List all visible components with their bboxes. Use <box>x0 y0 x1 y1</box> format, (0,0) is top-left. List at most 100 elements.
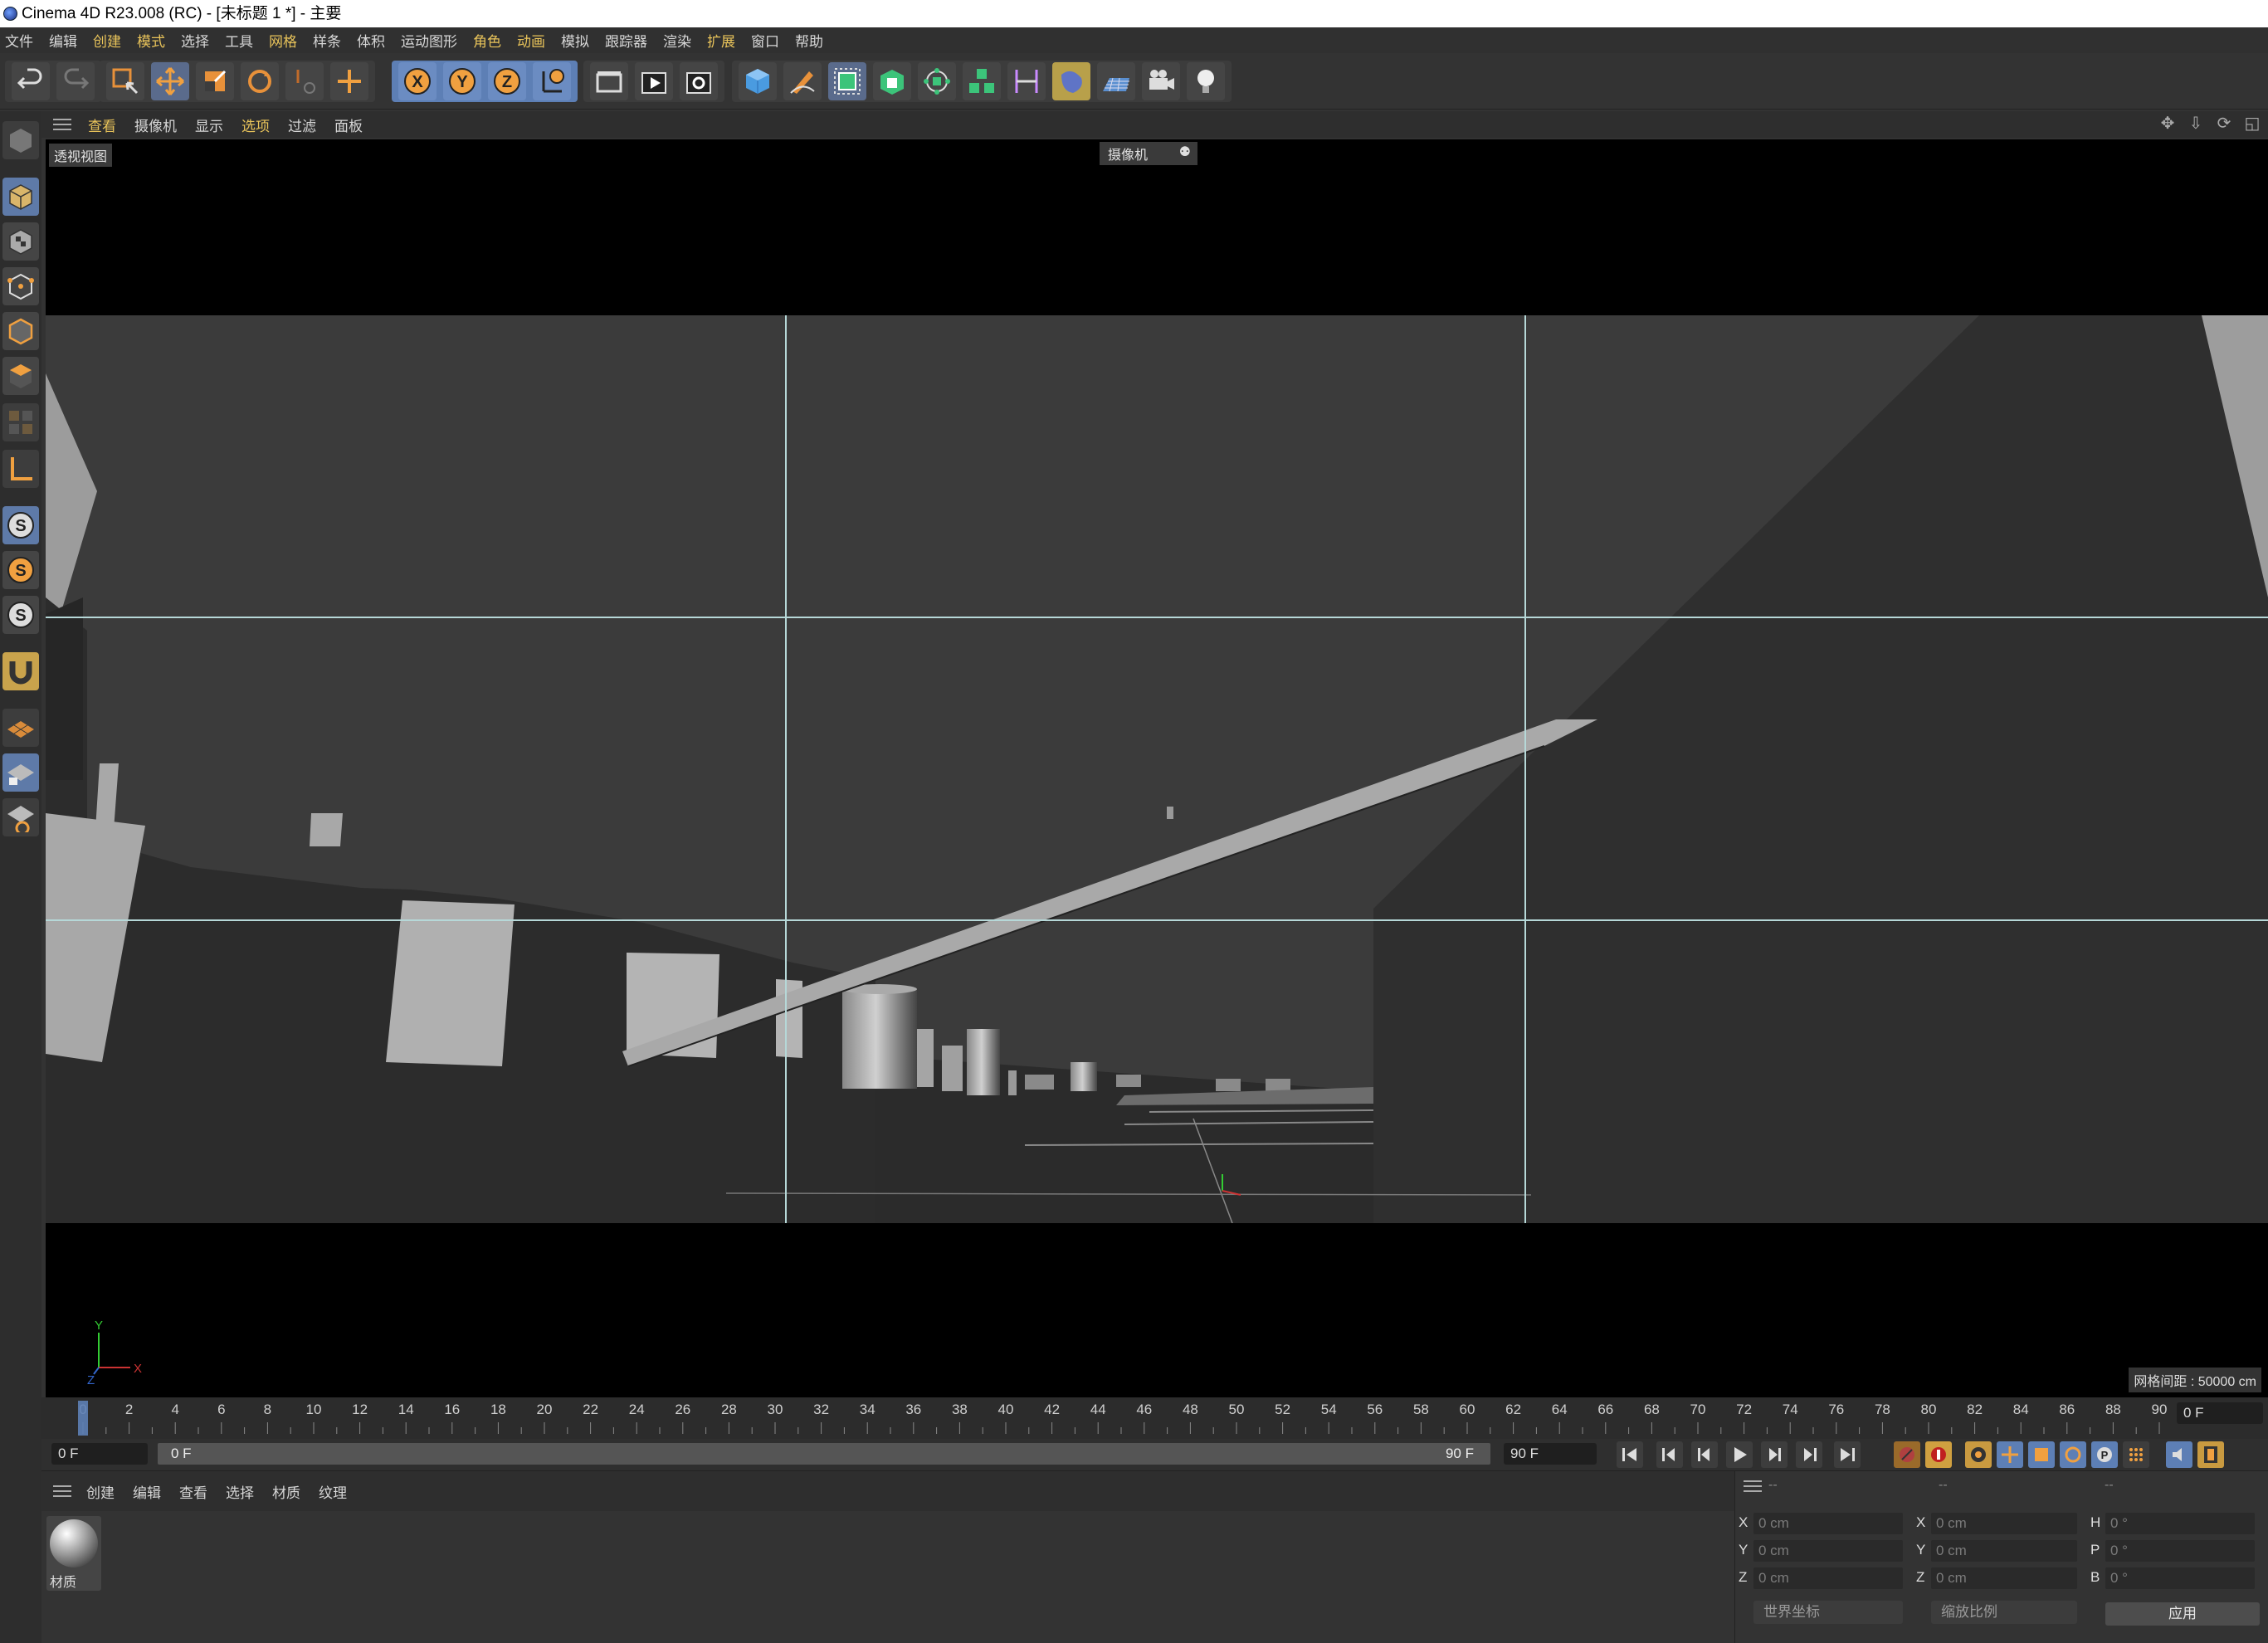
pan-icon[interactable]: ✥ <box>2158 115 2177 133</box>
add-button[interactable] <box>330 62 368 100</box>
material-menu-select[interactable]: 选择 <box>226 1481 254 1502</box>
menu-mograph[interactable]: 运动图形 <box>401 30 457 51</box>
viewport-menu-display[interactable]: 显示 <box>195 115 223 135</box>
deformer-button[interactable] <box>1007 62 1046 100</box>
timeline-ruler[interactable]: 0246810121416182022242628303234363840424… <box>41 1397 2268 1439</box>
snap-button[interactable]: S <box>2 506 39 544</box>
texture-mode-button[interactable] <box>2 222 39 261</box>
material-menu-view[interactable]: 查看 <box>179 1481 207 1502</box>
pos-x-field[interactable]: 0 cm <box>1753 1513 1903 1534</box>
menu-volume[interactable]: 体积 <box>357 30 385 51</box>
goto-next-key-button[interactable] <box>1796 1441 1822 1468</box>
axis-mode-button[interactable] <box>2 450 39 488</box>
array-button[interactable] <box>918 62 956 100</box>
menu-help[interactable]: 帮助 <box>795 30 823 51</box>
scale-button[interactable] <box>196 62 234 100</box>
snap-settings-button[interactable]: S <box>2 551 39 589</box>
camera-label[interactable]: 摄像机 ⚉ <box>1100 142 1197 165</box>
scheme-settings-button[interactable] <box>2166 1441 2192 1468</box>
play-button[interactable] <box>1726 1441 1753 1468</box>
workplane-lock-button[interactable] <box>2 753 39 792</box>
coordinate-menu-icon[interactable] <box>1744 1480 1762 1492</box>
redo-button[interactable] <box>56 62 95 100</box>
undo-button[interactable] <box>12 62 50 100</box>
size-x-field[interactable]: 0 cm <box>1931 1513 2077 1534</box>
timeline-window-button[interactable] <box>2197 1441 2224 1468</box>
subdivision-button[interactable] <box>828 62 866 100</box>
menu-tools[interactable]: 工具 <box>225 30 253 51</box>
orbit-icon[interactable]: ⟳ <box>2215 115 2233 133</box>
coordinate-system-button[interactable] <box>533 62 571 100</box>
maximize-view-icon[interactable]: ◱ <box>2243 115 2261 133</box>
cube-button[interactable] <box>739 62 777 100</box>
workplane-align-button[interactable] <box>2 798 39 836</box>
preview-range-slider[interactable]: 0 F 90 F <box>158 1443 1490 1465</box>
record-active-objects-button[interactable] <box>1894 1441 1920 1468</box>
menu-render[interactable]: 渲染 <box>663 30 691 51</box>
key-position-button[interactable] <box>1997 1441 2023 1468</box>
previous-frame-button[interactable] <box>1691 1441 1718 1468</box>
uv-mode-button[interactable] <box>2 403 39 441</box>
material-menu-create[interactable]: 创建 <box>86 1481 115 1502</box>
goto-end-button[interactable] <box>1834 1441 1861 1468</box>
size-y-field[interactable]: 0 cm <box>1931 1540 2077 1562</box>
key-parameter-button[interactable]: P <box>2091 1441 2118 1468</box>
environment-button[interactable] <box>1097 62 1135 100</box>
lock-y-button[interactable]: Y <box>443 62 481 100</box>
lock-z-button[interactable]: Z <box>488 62 526 100</box>
playhead[interactable] <box>78 1401 88 1436</box>
scale-mode-select[interactable]: 缩放比例 <box>1931 1601 2077 1624</box>
menu-file[interactable]: 文件 <box>5 30 33 51</box>
current-frame-field[interactable]: 0 F <box>2177 1402 2263 1424</box>
size-z-field[interactable]: 0 cm <box>1931 1567 2077 1589</box>
material-menu-icon[interactable] <box>53 1485 71 1497</box>
viewport-menu-panel[interactable]: 面板 <box>334 115 363 135</box>
key-scale-button[interactable] <box>2028 1441 2055 1468</box>
snap-solo-button[interactable]: S <box>2 596 39 634</box>
move-button[interactable] <box>151 62 189 100</box>
end-frame-field[interactable]: 90 F <box>1504 1443 1597 1465</box>
make-editable-button[interactable] <box>2 121 39 159</box>
rotate-button[interactable] <box>241 62 279 100</box>
edge-mode-button[interactable] <box>2 312 39 350</box>
viewport-menu-filter[interactable]: 过滤 <box>288 115 316 135</box>
model-mode-button[interactable] <box>2 178 39 216</box>
point-mode-button[interactable] <box>2 267 39 305</box>
menu-mode[interactable]: 模式 <box>137 30 165 51</box>
lock-x-button[interactable]: X <box>398 62 437 100</box>
field-button[interactable] <box>1052 62 1090 100</box>
dolly-icon[interactable]: ⇩ <box>2187 115 2205 133</box>
timeline-ticks[interactable]: 0246810121416182022242628303234363840424… <box>41 1397 2174 1439</box>
menu-mesh[interactable]: 网格 <box>269 30 297 51</box>
menu-create[interactable]: 创建 <box>93 30 121 51</box>
rot-b-field[interactable]: 0 ° <box>2105 1567 2255 1589</box>
render-view-button[interactable] <box>590 62 628 100</box>
pos-z-field[interactable]: 0 cm <box>1753 1567 1903 1589</box>
menu-character[interactable]: 角色 <box>473 30 501 51</box>
polygon-mode-button[interactable] <box>2 357 39 395</box>
material-swatch[interactable]: 材质 <box>46 1516 101 1591</box>
menu-animate[interactable]: 动画 <box>517 30 545 51</box>
perspective-viewport[interactable]: 透视视图 摄像机 ⚉ 网格间距 : 50000 cm Y X Z <box>46 139 2268 1397</box>
cloner-button[interactable] <box>963 62 1001 100</box>
render-settings-button[interactable] <box>680 62 718 100</box>
magnet-button[interactable] <box>2 652 39 690</box>
goto-start-button[interactable] <box>1617 1441 1643 1468</box>
autokey-button[interactable] <box>1925 1441 1952 1468</box>
key-pla-button[interactable] <box>2123 1441 2149 1468</box>
menu-extensions[interactable]: 扩展 <box>707 30 735 51</box>
material-menu-texture[interactable]: 纹理 <box>319 1481 347 1502</box>
next-frame-button[interactable] <box>1761 1441 1788 1468</box>
extrude-button[interactable] <box>873 62 911 100</box>
viewport-menu-icon[interactable] <box>53 119 71 130</box>
pos-y-field[interactable]: 0 cm <box>1753 1540 1903 1562</box>
start-frame-field[interactable]: 0 F <box>51 1443 148 1465</box>
menu-tracker[interactable]: 跟踪器 <box>605 30 647 51</box>
goto-previous-key-button[interactable] <box>1656 1441 1683 1468</box>
light-button[interactable] <box>1187 62 1225 100</box>
workplane-button[interactable] <box>2 709 39 747</box>
render-picture-viewer-button[interactable] <box>635 62 673 100</box>
menu-simulate[interactable]: 模拟 <box>561 30 589 51</box>
rot-h-field[interactable]: 0 ° <box>2105 1513 2255 1534</box>
apply-button[interactable]: 应用 <box>2105 1602 2260 1626</box>
